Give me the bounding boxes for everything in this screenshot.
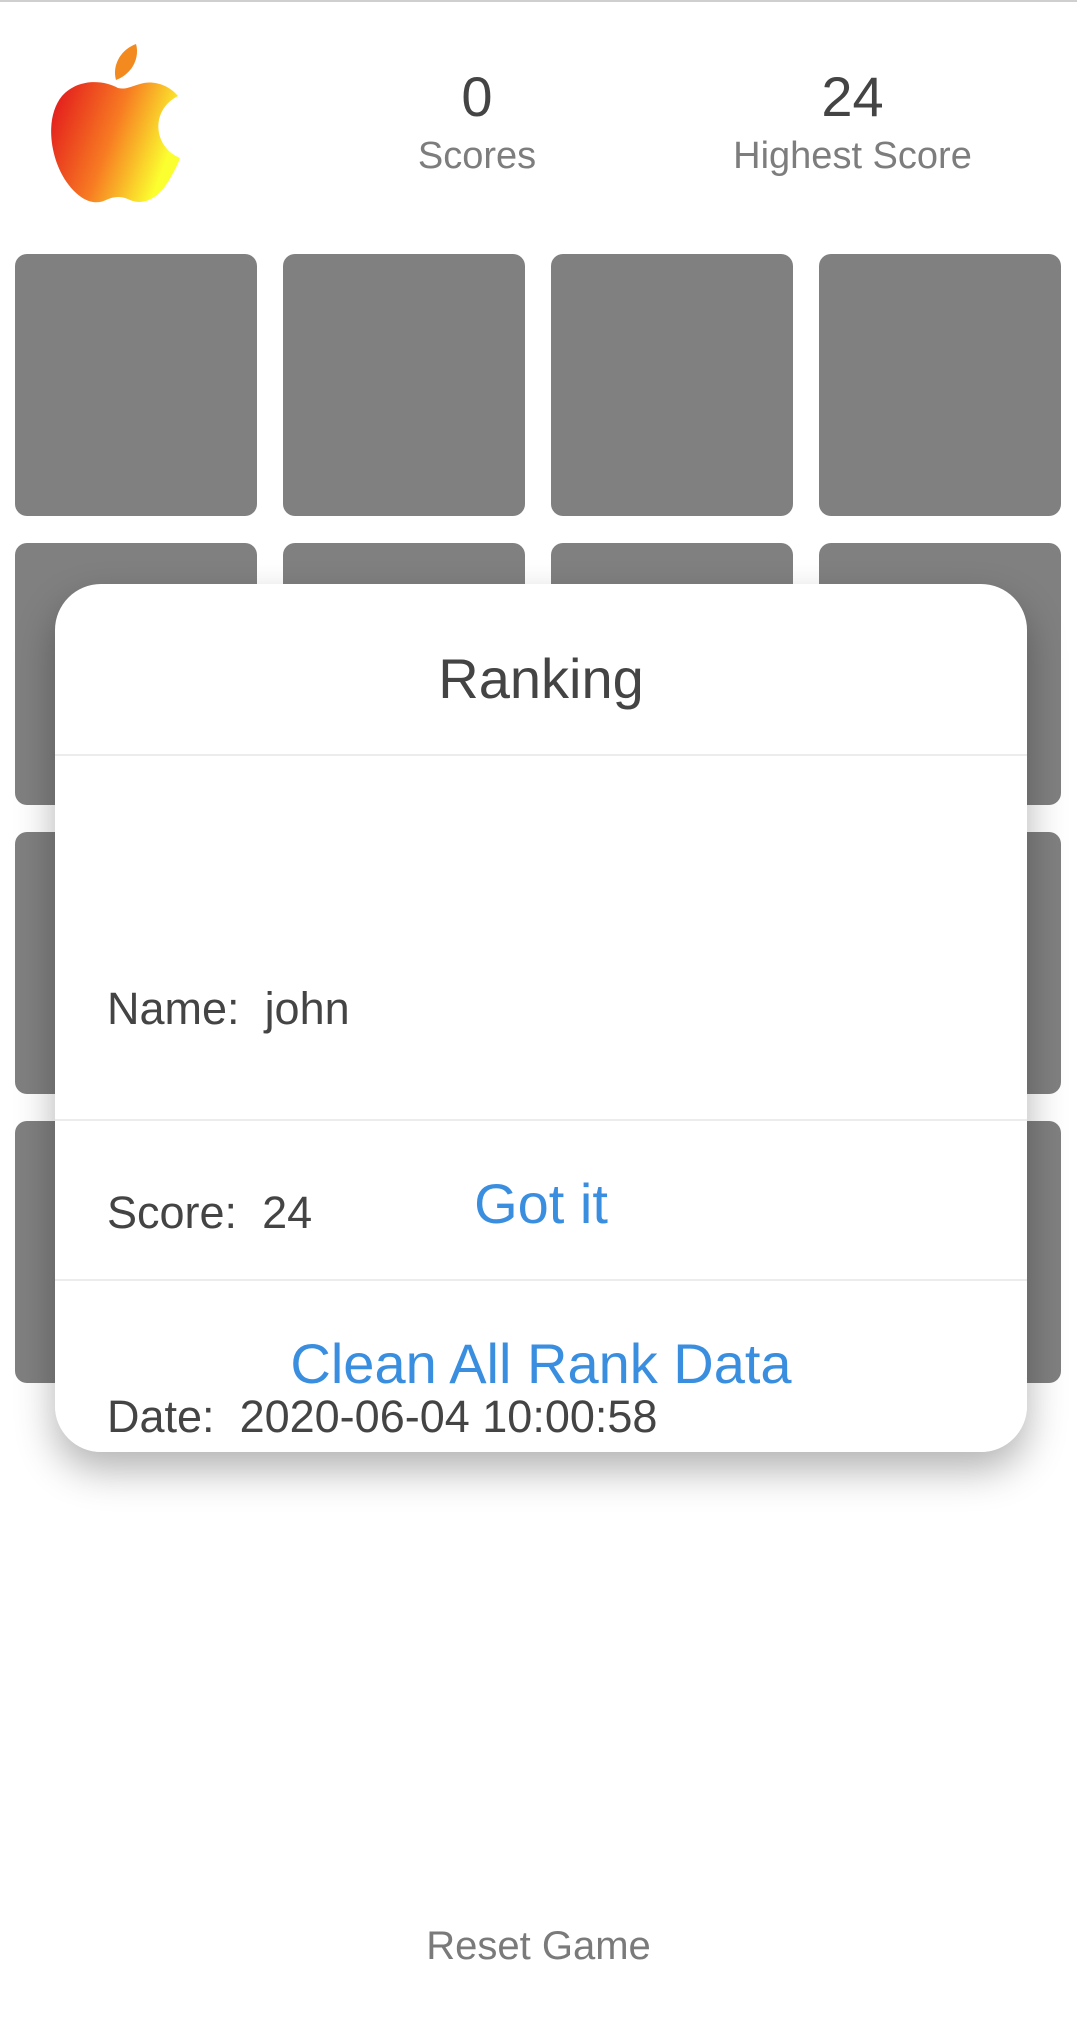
highest-score-label: Highest Score — [733, 135, 972, 177]
got-it-button[interactable]: Got it — [55, 1121, 1027, 1279]
name-label: Name: — [107, 983, 240, 1034]
clean-rank-data-button[interactable]: Clean All Rank Data — [55, 1281, 1027, 1452]
board-tile[interactable] — [283, 254, 525, 516]
dialog-divider — [55, 754, 1027, 756]
highest-score-value: 24 — [821, 65, 884, 128]
score-display: 0 Scores — [377, 62, 577, 180]
ranking-dialog: Ranking Name: john Score: 24 Date: 2020-… — [55, 584, 1027, 1452]
name-row: Name: john — [107, 975, 657, 1043]
header: 0 Scores 24 Highest Score — [0, 0, 1077, 230]
board-tile[interactable] — [819, 254, 1061, 516]
board-tile[interactable] — [551, 254, 793, 516]
apple-logo-icon — [51, 44, 180, 203]
current-score-value: 0 — [461, 65, 493, 128]
current-score-label: Scores — [417, 135, 537, 177]
dialog-title: Ranking — [438, 647, 644, 710]
reset-game-button[interactable]: Reset Game — [0, 1924, 1077, 1969]
board-tile[interactable] — [15, 254, 257, 516]
highest-score-display: 24 Highest Score — [700, 62, 1005, 180]
name-value: john — [264, 983, 350, 1034]
